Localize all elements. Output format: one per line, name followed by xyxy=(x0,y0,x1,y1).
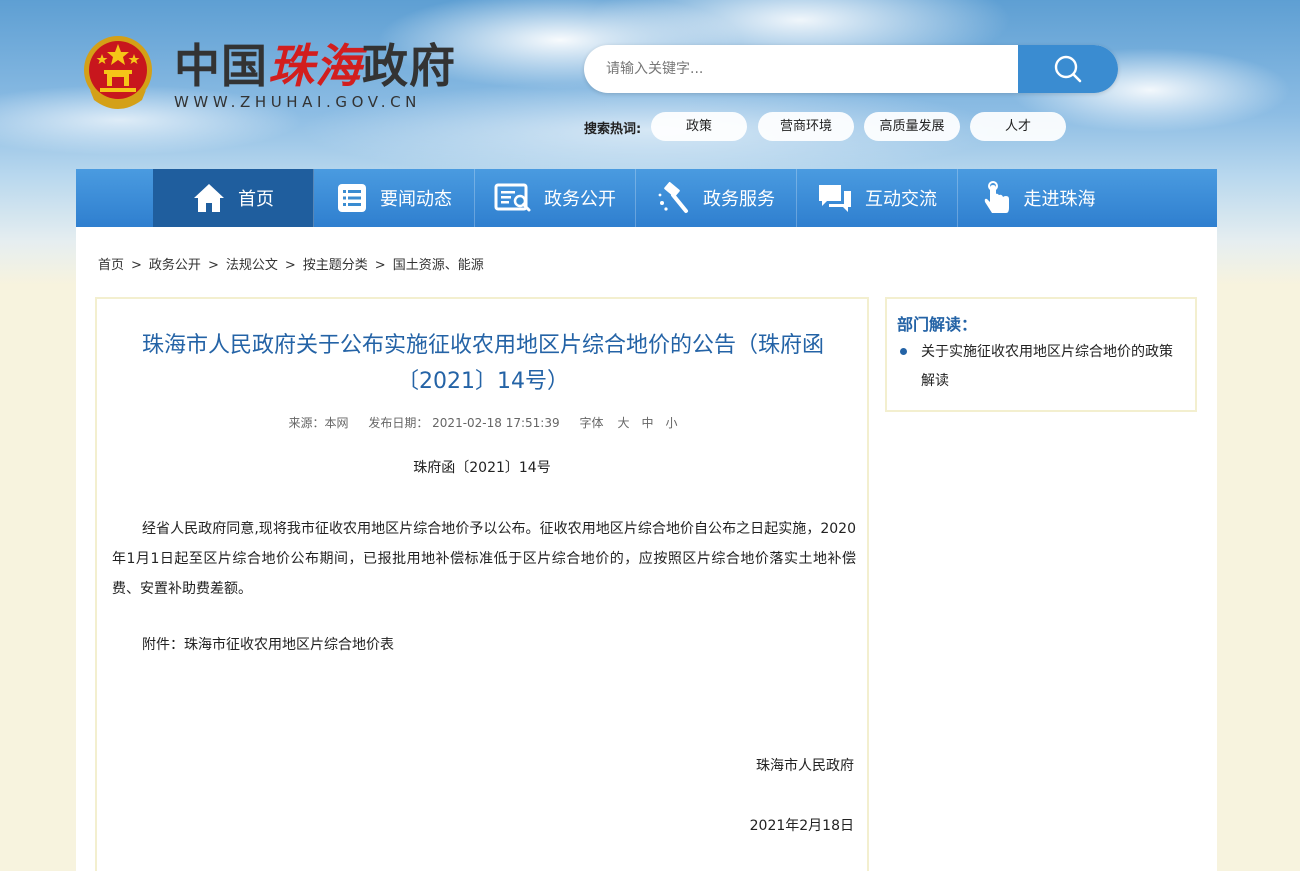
hot-tag-talent[interactable]: 人才 xyxy=(970,112,1066,141)
breadcrumb: 首页 > 政务公开 > 法规公文 > 按主题分类 > 国土资源、能源 xyxy=(98,254,484,273)
font-size-small[interactable]: 小 xyxy=(665,416,677,430)
nav-label: 互动交流 xyxy=(865,189,937,210)
nav-label: 走进珠海 xyxy=(1023,189,1096,210)
pointer-hand-icon xyxy=(984,181,1009,213)
hot-tag-business-environment[interactable]: 营商环境 xyxy=(758,112,854,141)
search-icon xyxy=(1054,55,1082,83)
logo-text-government: 政府 xyxy=(362,39,456,93)
chat-bubble-icon xyxy=(819,185,851,212)
nav-label: 政务服务 xyxy=(703,189,775,210)
department-interpretation-title: 部门解读： xyxy=(897,315,978,334)
nav-item-interaction[interactable]: 互动交流 xyxy=(797,169,958,227)
nav-label: 要闻动态 xyxy=(380,189,452,210)
home-icon xyxy=(194,184,224,212)
breadcrumb-regulations[interactable]: 法规公文 xyxy=(226,258,278,273)
main-nav: 首页 要闻动态 政务公开 政务服务 互动交流 走进珠海 xyxy=(76,169,1217,227)
nav-item-government-services[interactable]: 政务服务 xyxy=(636,169,797,227)
search-box xyxy=(584,45,1118,93)
nav-label: 政务公开 xyxy=(544,189,616,210)
article-title-line1: 珠海市人民政府关于公布实施征收农用地区片综合地价的公告（珠府函 xyxy=(141,333,824,358)
font-size-medium[interactable]: 中 xyxy=(641,416,653,430)
news-list-icon xyxy=(338,184,366,212)
article-meta: 来源：本网 发布日期： 2021-02-18 17:51:39 字体大中小 xyxy=(95,414,869,431)
breadcrumb-separator: > xyxy=(131,258,142,273)
breadcrumb-separator: > xyxy=(284,258,296,273)
breadcrumb-separator: > xyxy=(374,258,386,273)
article-body: 经省人民政府同意,现将我市征收农用地区片综合地价予以公布。征收农用地区片综合地价… xyxy=(112,521,856,597)
site-logo-text[interactable]: 中国珠海政府 xyxy=(174,40,456,92)
breadcrumb-land-energy[interactable]: 国土资源、能源 xyxy=(393,258,484,273)
breadcrumb-separator: > xyxy=(207,258,219,273)
breadcrumb-government-affairs[interactable]: 政务公开 xyxy=(149,258,201,273)
nav-item-about-zhuhai[interactable]: 走进珠海 xyxy=(958,169,1119,227)
hot-tag-high-quality-development[interactable]: 高质量发展 xyxy=(864,112,960,141)
article-title-line2: 〔2021〕14号） xyxy=(397,369,569,394)
hot-tag-policy[interactable]: 政策 xyxy=(651,112,747,141)
article-source: 来源：本网 xyxy=(288,416,349,430)
nav-item-news[interactable]: 要闻动态 xyxy=(314,169,475,227)
breadcrumb-by-topic[interactable]: 按主题分类 xyxy=(303,258,368,273)
search-input[interactable] xyxy=(584,45,1018,93)
national-emblem-icon xyxy=(84,36,152,109)
site-url: WWW.ZHUHAI.GOV.CN xyxy=(174,93,421,111)
search-button[interactable] xyxy=(1018,45,1118,93)
logo-text-zhuhai: 珠海 xyxy=(268,39,362,93)
nav-item-home[interactable]: 首页 xyxy=(153,169,314,227)
bullet-icon xyxy=(900,348,907,355)
font-size-large[interactable]: 大 xyxy=(617,416,629,430)
document-number: 珠府函〔2021〕14号 xyxy=(413,460,551,476)
hot-search-label: 搜索热词: xyxy=(584,122,642,137)
breadcrumb-home[interactable]: 首页 xyxy=(98,258,124,273)
nav-item-government-affairs[interactable]: 政务公开 xyxy=(475,169,636,227)
hammer-service-icon xyxy=(658,181,688,213)
article-attachment[interactable]: 附件：珠海市征收农用地区片综合地价表 xyxy=(142,634,394,654)
logo-text-china: 中国 xyxy=(174,39,268,93)
article-sign-date: 2021年2月18日 xyxy=(749,818,854,834)
nav-label: 首页 xyxy=(238,189,274,210)
interpretation-link[interactable]: 关于实施征收农用地区片综合地价的政策解读 xyxy=(921,338,1183,396)
font-size-label: 字体 xyxy=(579,416,604,430)
article-title: 珠海市人民政府关于公布实施征收农用地区片综合地价的公告（珠府函 〔2021〕14… xyxy=(118,328,848,400)
article-publish-date: 发布日期： 2021-02-18 17:51:39 xyxy=(368,416,560,430)
article-signer: 珠海市人民政府 xyxy=(756,758,854,774)
document-search-icon xyxy=(494,183,531,212)
